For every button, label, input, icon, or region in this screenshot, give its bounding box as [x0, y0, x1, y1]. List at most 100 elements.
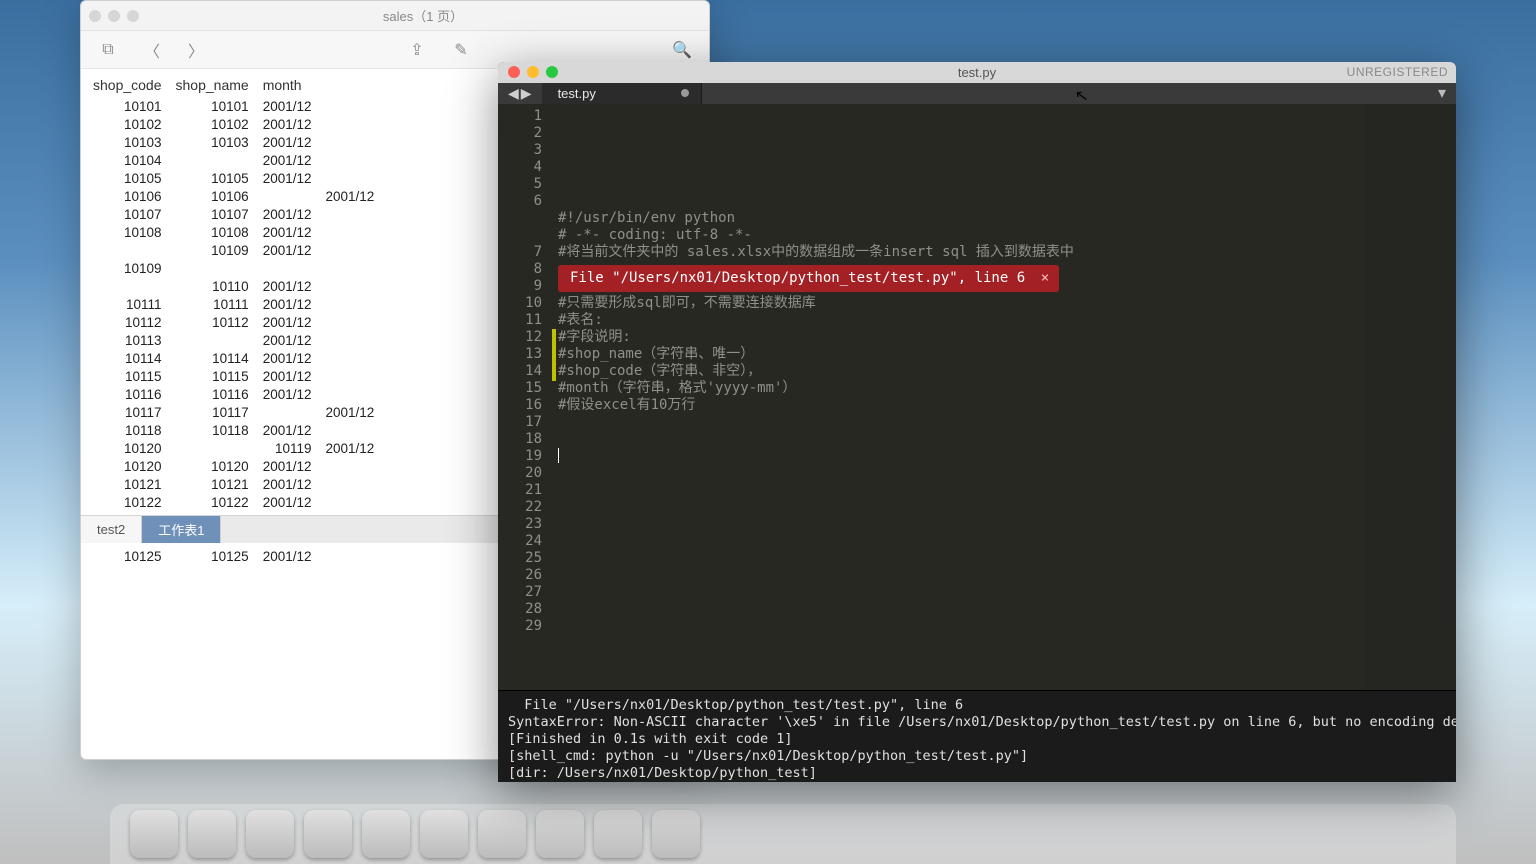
table-cell[interactable]: 2001/12 [259, 475, 322, 493]
table-cell[interactable]: 2001/12 [259, 367, 322, 385]
code-content[interactable]: #!/usr/bin/env python# -*- coding: utf-8… [552, 104, 1456, 690]
minimize-icon[interactable] [108, 10, 120, 22]
table-cell[interactable] [172, 439, 259, 457]
dock-app[interactable] [130, 810, 178, 858]
table-cell[interactable]: 10107 [89, 205, 172, 223]
table-cell[interactable]: 10115 [172, 367, 259, 385]
share-icon[interactable]: ⇪ [402, 38, 432, 62]
table-cell[interactable]: 2001/12 [259, 115, 322, 133]
table-cell[interactable]: 2001/12 [259, 421, 322, 439]
table-cell[interactable]: 10104 [89, 151, 172, 169]
editor-titlebar[interactable]: test.py UNREGISTERED [498, 62, 1456, 83]
editor-area[interactable]: 123456 789101112131415161718192021222324… [498, 104, 1456, 690]
table-cell[interactable]: 2001/12 [259, 295, 322, 313]
table-cell[interactable] [172, 331, 259, 349]
dock-app[interactable] [246, 810, 294, 858]
nav-forward-icon[interactable]: 〉 [181, 38, 211, 62]
table-cell[interactable]: 10105 [172, 169, 259, 187]
tab-next-icon[interactable]: ▶ [521, 85, 532, 102]
table-cell[interactable]: 10125 [172, 547, 259, 565]
dock-app[interactable] [594, 810, 642, 858]
table-cell[interactable]: 2001/12 [259, 205, 322, 223]
table-cell[interactable]: 10117 [89, 403, 172, 421]
table-cell[interactable]: 10109 [89, 259, 172, 277]
table-cell[interactable]: 2001/12 [322, 187, 385, 205]
table-cell[interactable]: 10120 [89, 457, 172, 475]
close-icon[interactable] [89, 10, 101, 22]
tab-overflow-icon[interactable]: ▾ [1428, 83, 1456, 104]
table-cell[interactable]: 10101 [89, 97, 172, 115]
table-cell[interactable]: 10119 [259, 439, 322, 457]
table-cell[interactable]: 10118 [89, 421, 172, 439]
table-cell[interactable]: 10111 [172, 295, 259, 313]
table-cell[interactable]: 10120 [89, 439, 172, 457]
dock-app[interactable] [478, 810, 526, 858]
table-cell[interactable]: 2001/12 [322, 439, 385, 457]
table-cell[interactable]: 10103 [89, 133, 172, 151]
minimap[interactable] [1366, 104, 1456, 690]
dock-app[interactable] [652, 810, 700, 858]
table-cell[interactable]: 10107 [172, 205, 259, 223]
table-cell[interactable]: 2001/12 [259, 547, 322, 565]
edit-icon[interactable]: ✎ [446, 38, 476, 62]
table-cell[interactable]: 10115 [89, 367, 172, 385]
spreadsheet-titlebar[interactable]: sales（1 页） [81, 1, 709, 31]
table-cell[interactable]: 10118 [172, 421, 259, 439]
table-cell[interactable]: 10122 [89, 493, 172, 511]
table-cell[interactable]: 10105 [89, 169, 172, 187]
table-cell[interactable]: 10108 [89, 223, 172, 241]
table-cell[interactable]: 10114 [89, 349, 172, 367]
tab-prev-icon[interactable]: ◀ [508, 85, 519, 102]
table-cell[interactable]: 10116 [172, 385, 259, 403]
table-cell[interactable]: 10114 [172, 349, 259, 367]
table-cell[interactable]: 2001/12 [259, 385, 322, 403]
table-cell[interactable]: 2001/12 [259, 313, 322, 331]
table-cell[interactable] [259, 187, 322, 205]
tab-test-py[interactable]: test.py [542, 83, 702, 104]
table-cell[interactable]: 2001/12 [259, 223, 322, 241]
table-cell[interactable]: 2001/12 [259, 169, 322, 187]
table-cell[interactable]: 10111 [89, 295, 172, 313]
dock-app[interactable] [536, 810, 584, 858]
table-cell[interactable]: 10125 [89, 547, 172, 565]
table-cell[interactable]: 10120 [172, 457, 259, 475]
table-cell[interactable] [89, 241, 172, 259]
dock-app[interactable] [420, 810, 468, 858]
dock-app[interactable] [362, 810, 410, 858]
sheet-tab-worksheet1[interactable]: 工作表1 [142, 516, 221, 543]
dock-app[interactable] [188, 810, 236, 858]
table-cell[interactable]: 10121 [172, 475, 259, 493]
close-icon[interactable]: × [1041, 270, 1049, 287]
table-cell[interactable]: 10112 [89, 313, 172, 331]
table-cell[interactable]: 10116 [89, 385, 172, 403]
table-cell[interactable]: 2001/12 [259, 277, 322, 295]
table-cell[interactable]: 10101 [172, 97, 259, 115]
build-output-panel[interactable]: File "/Users/nx01/Desktop/python_test/te… [498, 690, 1456, 783]
table-cell[interactable]: 10117 [172, 403, 259, 421]
table-cell[interactable]: 10106 [89, 187, 172, 205]
table-cell[interactable] [259, 259, 322, 277]
table-cell[interactable]: 10102 [172, 115, 259, 133]
table-cell[interactable]: 10110 [172, 277, 259, 295]
sheet-tab-test2[interactable]: test2 [81, 516, 142, 543]
table-cell[interactable]: 10108 [172, 223, 259, 241]
table-cell[interactable]: 10121 [89, 475, 172, 493]
table-cell[interactable] [259, 403, 322, 421]
sidebar-toggle-icon[interactable]: ⧉ [93, 38, 123, 62]
table-cell[interactable]: 2001/12 [259, 133, 322, 151]
nav-back-icon[interactable]: 〈 [137, 38, 167, 62]
table-cell[interactable]: 10109 [172, 241, 259, 259]
table-cell[interactable]: 2001/12 [259, 151, 322, 169]
table-cell[interactable]: 2001/12 [259, 493, 322, 511]
zoom-icon[interactable] [127, 10, 139, 22]
table-cell[interactable]: 2001/12 [259, 241, 322, 259]
table-cell[interactable]: 10106 [172, 187, 259, 205]
table-cell[interactable] [89, 277, 172, 295]
table-cell[interactable] [172, 259, 259, 277]
inline-error-banner[interactable]: File "/Users/nx01/Desktop/python_test/te… [558, 265, 1059, 292]
table-cell[interactable]: 10103 [172, 133, 259, 151]
search-icon[interactable]: 🔍 [667, 38, 697, 62]
table-cell[interactable] [172, 151, 259, 169]
table-cell[interactable]: 10113 [89, 331, 172, 349]
table-cell[interactable]: 2001/12 [322, 403, 385, 421]
